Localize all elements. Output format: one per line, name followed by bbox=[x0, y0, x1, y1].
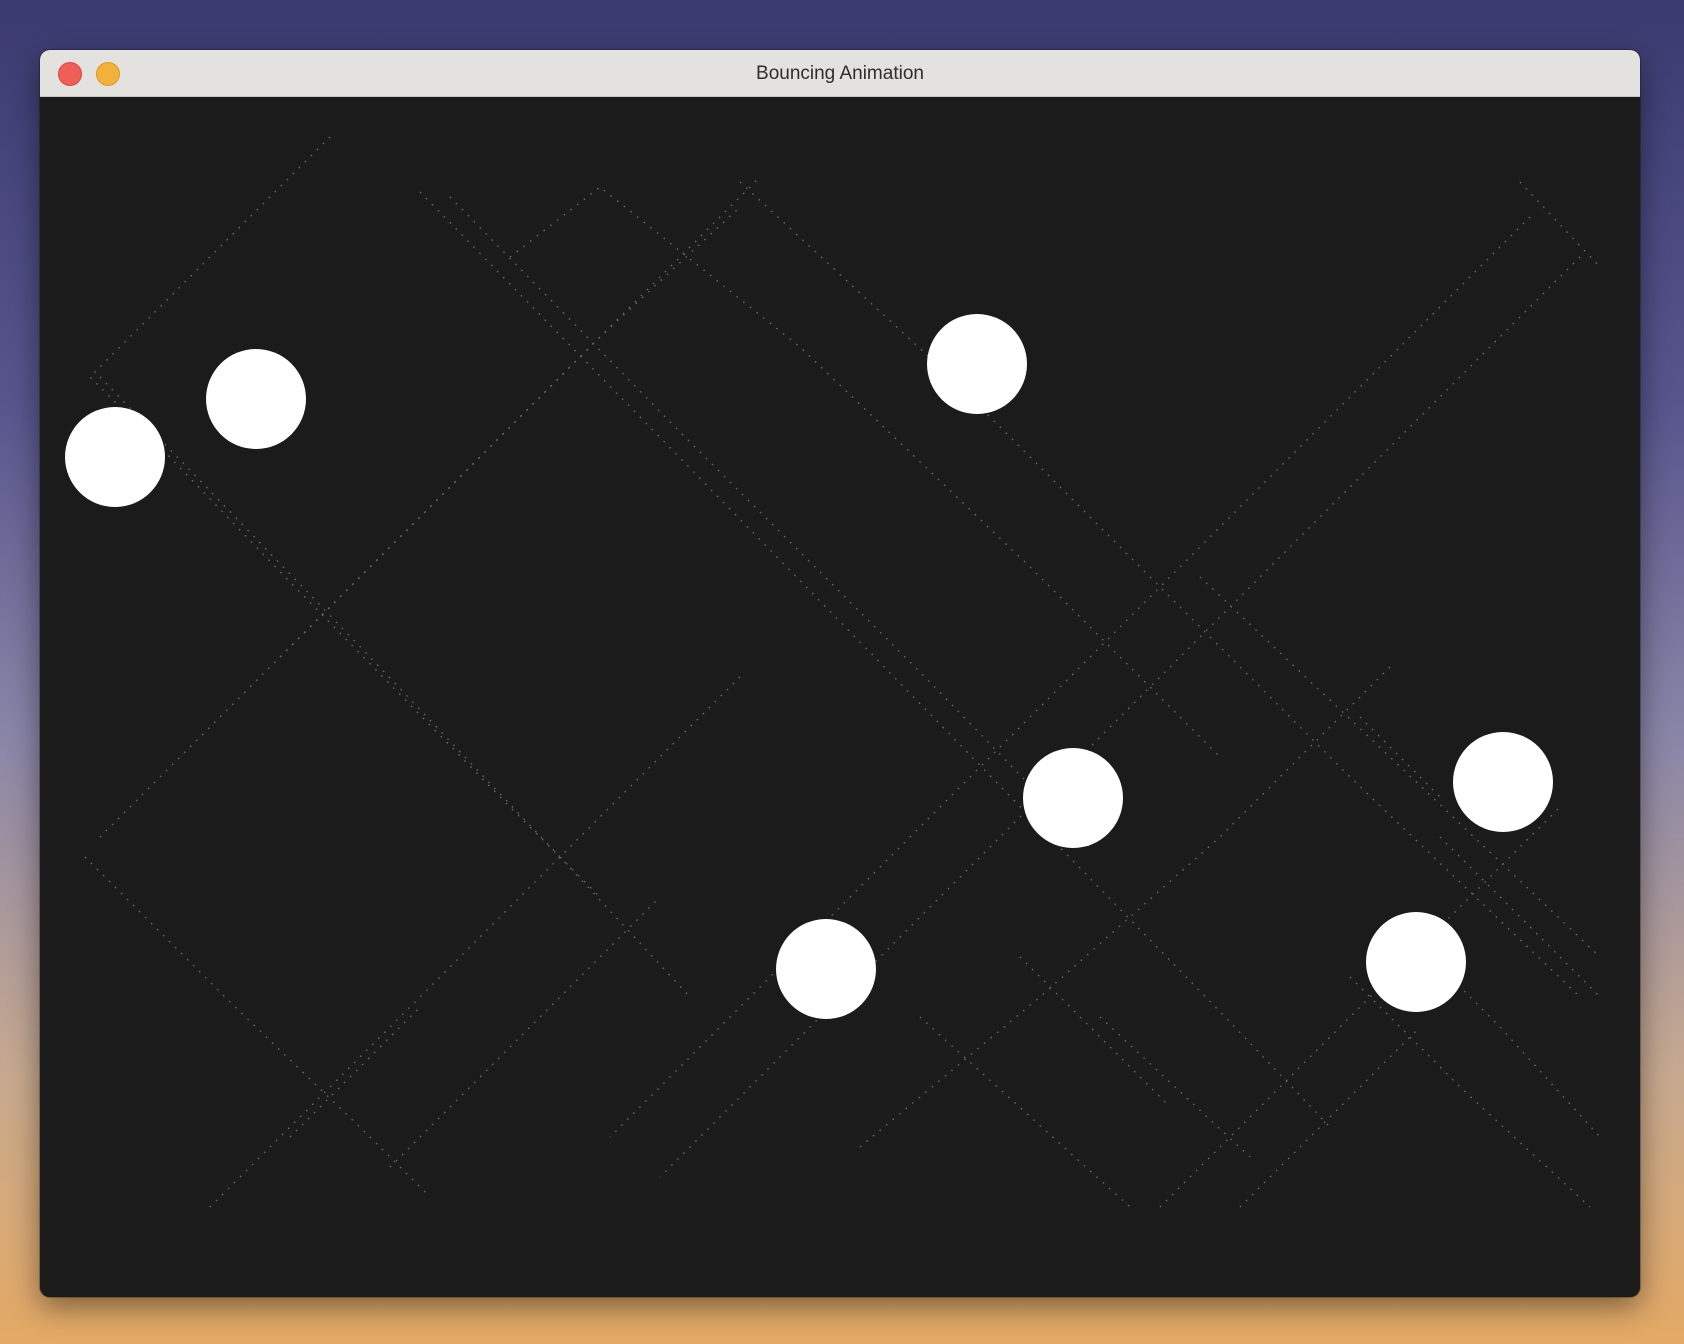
motion-trail bbox=[289, 1006, 421, 1138]
title-bar[interactable]: Bouncing Animation bbox=[40, 50, 1640, 97]
motion-trail bbox=[1359, 716, 1441, 798]
motion-trail bbox=[419, 191, 1331, 1128]
motion-trail bbox=[1239, 1026, 1421, 1208]
motion-trail bbox=[449, 196, 1091, 848]
window-title: Bouncing Animation bbox=[756, 63, 924, 84]
ball bbox=[1366, 912, 1466, 1012]
motion-trail bbox=[209, 676, 741, 1208]
motion-trail bbox=[84, 856, 431, 1198]
motion-trail bbox=[99, 176, 761, 838]
motion-trail bbox=[919, 1016, 1131, 1208]
motion-trail bbox=[1159, 806, 1561, 1208]
motion-trails bbox=[84, 136, 1601, 1208]
motion-trail bbox=[1019, 956, 1171, 1108]
motion-trail bbox=[659, 256, 1581, 1178]
balls bbox=[65, 314, 1553, 1019]
motion-trail bbox=[1519, 181, 1601, 268]
motion-trail bbox=[739, 181, 1581, 998]
app-window: Bouncing Animation bbox=[40, 50, 1640, 1297]
motion-trail bbox=[1099, 1016, 1251, 1158]
motion-trail bbox=[279, 206, 741, 658]
ball bbox=[927, 314, 1027, 414]
motion-trail bbox=[389, 896, 661, 1168]
ball bbox=[65, 407, 165, 507]
motion-trail bbox=[1349, 976, 1591, 1208]
ball bbox=[776, 919, 876, 1019]
animation-surface bbox=[65, 136, 1601, 1208]
animation-canvas bbox=[40, 97, 1640, 1297]
motion-trail bbox=[99, 376, 691, 998]
motion-trail bbox=[859, 666, 1391, 1148]
motion-trail bbox=[89, 136, 601, 898]
ball bbox=[1023, 748, 1123, 848]
motion-trail bbox=[509, 186, 1221, 758]
ball bbox=[206, 349, 306, 449]
ball bbox=[1453, 732, 1553, 832]
